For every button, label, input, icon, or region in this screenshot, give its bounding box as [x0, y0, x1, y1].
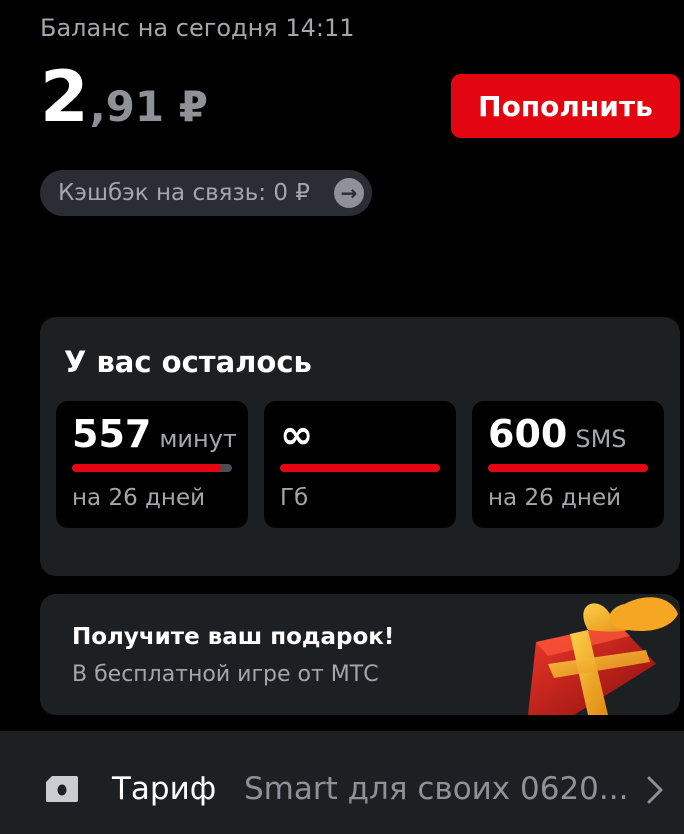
chevron-right-icon: [647, 776, 663, 804]
sim-card-icon: [46, 776, 78, 802]
promo-title: Получите ваш подарок!: [72, 624, 395, 650]
promo-subtitle: В бесплатной игре от МТС: [72, 662, 379, 687]
minutes-period: на 26 дней: [72, 485, 206, 511]
balance-caption: Баланс на сегодня 14:11: [40, 14, 355, 42]
internet-tile[interactable]: ∞ Гб: [264, 401, 456, 528]
internet-unit: Гб: [280, 485, 309, 511]
sms-period: на 26 дней: [488, 485, 622, 511]
balance-integer: 2: [40, 56, 89, 138]
cashback-pill[interactable]: Кэшбэк на связь: 0 ₽ →: [40, 170, 372, 216]
minutes-progress-bar: [72, 464, 232, 472]
minutes-value: 557: [72, 412, 152, 456]
cashback-label: Кэшбэк на связь: 0 ₽: [58, 180, 310, 206]
remaining-card: У вас осталось 557 минут на 26 дней ∞ Гб…: [40, 317, 680, 576]
infinity-icon: ∞: [280, 412, 314, 458]
balance-amount: 2 ,91 ₽: [40, 62, 208, 132]
minutes-tile[interactable]: 557 минут на 26 дней: [56, 401, 248, 528]
gift-promo-card[interactable]: Получите ваш подарок! В бесплатной игре …: [40, 594, 680, 715]
arrow-right-icon: →: [334, 178, 364, 208]
tariff-row[interactable]: Тариф Smart для своих 0620...: [0, 731, 684, 834]
sms-tile[interactable]: 600 SMS на 26 дней: [472, 401, 664, 528]
remaining-title: У вас осталось: [64, 345, 312, 379]
sms-value: 600: [488, 412, 568, 456]
topup-button[interactable]: Пополнить: [451, 74, 680, 138]
balance-fraction: ,91 ₽: [89, 82, 208, 131]
internet-progress-bar: [280, 464, 440, 472]
gift-box-icon: [528, 597, 678, 715]
tariff-label: Тариф: [112, 771, 217, 807]
minutes-unit: минут: [159, 425, 237, 453]
tariff-value: Smart для своих 0620...: [244, 771, 629, 807]
sms-unit: SMS: [575, 425, 627, 453]
sms-progress-bar: [488, 464, 648, 472]
